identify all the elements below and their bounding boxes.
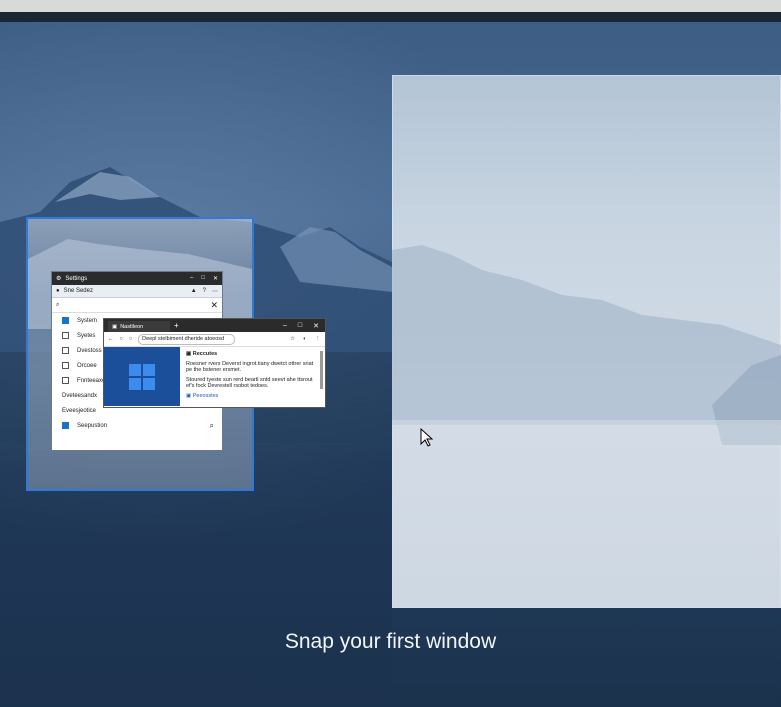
browser-window-preview[interactable]: ▣ Nastileon + – □ ✕ ← ○ ○ Deepl stelbime… <box>103 318 326 408</box>
scrollbar[interactable] <box>320 351 323 389</box>
settings-title: Settings <box>65 275 88 282</box>
profile-icon[interactable]: ◐ <box>303 336 306 342</box>
maximize-icon[interactable]: □ <box>298 322 302 330</box>
new-tab-icon[interactable]: + <box>174 321 179 330</box>
shield-icon <box>62 422 69 429</box>
home-icon[interactable]: ○ <box>129 336 132 342</box>
close-icon[interactable]: ✕ <box>313 322 319 330</box>
settings-item-label: Seepustion <box>77 422 108 429</box>
help-icon[interactable]: ? <box>203 288 206 295</box>
devices-icon <box>62 347 69 354</box>
browser-content: ▣ Reccutes Roesner rvers Deverst ingrot.… <box>104 347 325 408</box>
address-bar[interactable]: Deepl stelbiment dheride atoeosd <box>138 333 236 345</box>
menu-icon[interactable]: ⋮ <box>315 336 321 342</box>
snap-caption: Snap your first window <box>284 630 497 653</box>
more-icon[interactable]: ⋯ <box>212 288 218 295</box>
windows-logo-icon <box>129 363 155 390</box>
lock-icon[interactable]: ▲ <box>191 288 197 295</box>
minimize-icon[interactable]: – <box>190 275 193 282</box>
article-paragraph-1: Roesner rvers Deverst ingrot.tiany dwetc… <box>186 361 314 373</box>
article-paragraph-2: Stoured tyeste sun rerd beartl sntd seev… <box>186 377 313 389</box>
search-icon: ⌕ <box>56 301 60 308</box>
minimize-icon[interactable]: – <box>283 322 287 330</box>
browser-tab-label: Nastileon <box>120 323 144 330</box>
browser-toolbar: ← ○ ○ Deepl stelbiment dheride atoeosd ☆… <box>104 332 325 347</box>
search-icon[interactable]: ⌕ <box>210 421 222 431</box>
settings-item-label: Orcoee <box>77 362 97 369</box>
settings-header: ● Sne Sedez ▲ ? ⋯ <box>52 285 222 298</box>
settings-item-label: Dveteesandx <box>62 392 98 399</box>
browser-tab-strip: ▣ Nastileon + – □ ✕ <box>104 319 325 332</box>
settings-item-label: System <box>77 317 98 324</box>
settings-titlebar: ⚙ Settings – □ ✕ <box>52 272 222 285</box>
settings-app-icon: ⚙ <box>56 276 62 282</box>
monitor-icon <box>62 317 69 324</box>
star-icon[interactable]: ☆ <box>290 336 295 342</box>
bluetooth-icon <box>62 332 69 339</box>
settings-item-security[interactable]: Seepustion ⌕ <box>52 418 222 433</box>
article-link[interactable]: ▣ Peeosstes <box>186 393 319 399</box>
close-search-icon[interactable]: ✕ <box>210 300 222 311</box>
settings-header-label: Sne Sedez <box>63 288 93 294</box>
windows-logo-tile <box>104 347 180 406</box>
browser-tab[interactable]: ▣ Nastileon <box>108 321 170 332</box>
page-icon: ▣ <box>112 323 118 330</box>
user-icon: ● <box>56 288 60 294</box>
close-icon[interactable]: ✕ <box>213 275 218 282</box>
refresh-icon[interactable]: ○ <box>120 336 123 342</box>
article-content: ▣ Reccutes Roesner rvers Deverst ingrot.… <box>180 347 325 408</box>
personalization-icon <box>62 377 69 384</box>
settings-item-label: Dvestoss <box>77 347 102 354</box>
address-text: Deepl stelbiment dheride atoeosd <box>142 336 225 342</box>
snap-assist-zone[interactable] <box>392 75 781 608</box>
snap-zone-scenery <box>392 245 781 608</box>
maximize-icon[interactable]: □ <box>201 275 205 282</box>
top-dark-bar <box>0 12 781 22</box>
network-icon <box>62 362 69 369</box>
top-frame-bar <box>0 0 781 12</box>
back-icon[interactable]: ← <box>108 336 114 342</box>
mouse-cursor-icon <box>420 428 434 447</box>
settings-item-label: Eveesjeotice <box>62 407 97 414</box>
article-heading: ▣ Reccutes <box>186 351 218 357</box>
settings-search[interactable]: ⌕ ✕ <box>52 298 222 313</box>
settings-item-label: Syetes <box>77 332 96 339</box>
